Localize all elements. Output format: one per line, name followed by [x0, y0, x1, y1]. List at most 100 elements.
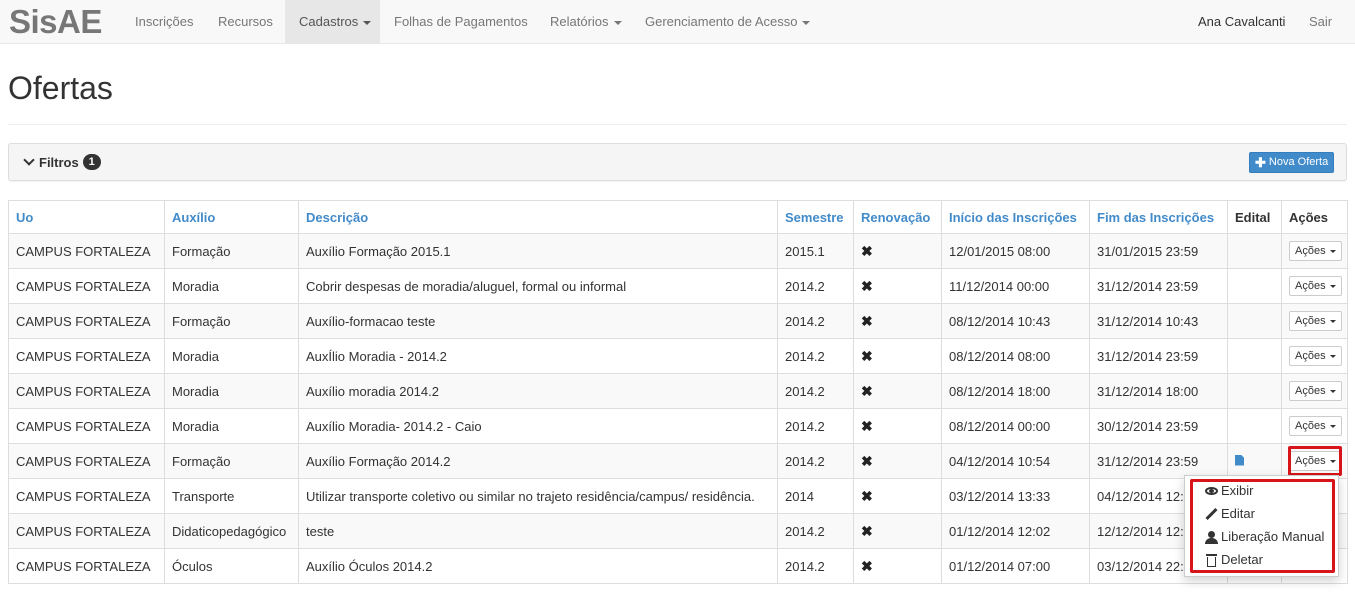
cell-acoes: Ações [1281, 268, 1348, 304]
menu-item-exibir[interactable]: Exibir [1205, 481, 1254, 501]
cell-uo: CAMPUS FORTALEZA [8, 443, 165, 479]
offers-table: Uo Auxílio Descrição Semestre Renovação … [8, 200, 1348, 584]
chevron-down-icon [613, 20, 622, 25]
cell-edital [1227, 408, 1282, 444]
table-row: CAMPUS FORTALEZA Transporte Utilizar trans… [8, 478, 1348, 514]
cell-renovacao: ✖ [853, 233, 942, 269]
cell-edital [1227, 338, 1282, 374]
actions-button[interactable]: Ações [1289, 311, 1342, 331]
nav-inscricoes[interactable]: Inscrições [121, 0, 208, 44]
nav-relatorios[interactable]: Relatórios [536, 0, 636, 44]
cell-semestre: 2014.2 [777, 373, 854, 409]
cell-acoes: Ações [1281, 233, 1348, 269]
cell-uo: CAMPUS FORTALEZA [8, 478, 165, 514]
chevron-down-icon [1329, 354, 1336, 358]
cell-inicio: 03/12/2014 13:33 [941, 478, 1090, 514]
header-descricao[interactable]: Descrição [298, 200, 778, 234]
header-semestre[interactable]: Semestre [777, 200, 854, 234]
actions-button[interactable]: Ações [1289, 276, 1342, 296]
filter-panel: Filtros 1 ✚ Nova Oferta [8, 143, 1347, 181]
actions-button-label: Ações [1295, 315, 1326, 327]
cell-renovacao: ✖ [853, 548, 942, 584]
cell-descricao: Utilizar transporte coletivo ou similar … [298, 478, 778, 514]
new-offer-label: Nova Oferta [1268, 156, 1329, 168]
header-edital: Edital [1227, 200, 1282, 234]
cell-renovacao: ✖ [853, 338, 942, 374]
cell-fim: 31/01/2015 23:59 [1089, 233, 1228, 269]
cell-descricao: Auxílio Formação 2015.1 [298, 233, 778, 269]
cell-descricao: Auxílio moradia 2014.2 [298, 373, 778, 409]
header-inicio-inscricoes[interactable]: Início das Inscrições [941, 200, 1090, 234]
menu-item-editar[interactable]: Editar [1205, 504, 1255, 524]
nav-cadastros[interactable]: Cadastros [285, 0, 380, 44]
table-row: CAMPUS FORTALEZA Formação Auxílio-formacao… [8, 303, 1348, 339]
menu-item-deletar[interactable]: Deletar [1205, 550, 1263, 570]
document-icon[interactable] [1235, 454, 1244, 466]
cell-auxilio: Moradia [164, 268, 299, 304]
actions-button[interactable]: Ações [1289, 416, 1342, 436]
nav-folhas-de-pagamentos[interactable]: Folhas de Pagamentos [380, 0, 542, 44]
actions-button[interactable]: Ações [1289, 451, 1342, 471]
cell-semestre: 2014 [777, 478, 854, 514]
header-uo[interactable]: Uo [8, 200, 165, 234]
nav-gerenciamento-de-acesso[interactable]: Gerenciamento de Acesso [631, 0, 824, 44]
cell-auxilio: Óculos [164, 548, 299, 584]
cell-edital [1227, 303, 1282, 339]
cell-inicio: 08/12/2014 10:43 [941, 303, 1090, 339]
eye-icon [1205, 487, 1218, 495]
nav-logout[interactable]: Sair [1295, 0, 1346, 44]
close-icon: ✖ [861, 312, 873, 329]
close-icon: ✖ [861, 277, 873, 294]
header-fim-inscricoes[interactable]: Fim das Inscrições [1089, 200, 1228, 234]
cell-uo: CAMPUS FORTALEZA [8, 373, 165, 409]
cell-inicio: 11/12/2014 00:00 [941, 268, 1090, 304]
filter-toggle[interactable]: Filtros 1 [23, 154, 101, 170]
nav-relatorios-label: Relatórios [550, 14, 609, 29]
header-auxilio[interactable]: Auxílio [164, 200, 299, 234]
close-icon: ✖ [861, 487, 873, 504]
chevron-down-icon [1329, 389, 1336, 393]
actions-button[interactable]: Ações [1289, 346, 1342, 366]
cell-acoes: Ações [1281, 443, 1348, 479]
nav-recursos[interactable]: Recursos [204, 0, 287, 44]
header-renovacao[interactable]: Renovação [853, 200, 942, 234]
cell-descricao: teste [298, 513, 778, 549]
table-row: CAMPUS FORTALEZA Moradia AuxÍlio Moradia -… [8, 338, 1348, 374]
cell-auxilio: Formação [164, 233, 299, 269]
close-icon: ✖ [861, 382, 873, 399]
pencil-icon [1205, 508, 1218, 521]
chevron-down-icon [363, 20, 372, 25]
chevron-down-icon [23, 154, 35, 166]
cell-uo: CAMPUS FORTALEZA [8, 408, 165, 444]
cell-auxilio: Formação [164, 303, 299, 339]
actions-button[interactable]: Ações [1289, 381, 1342, 401]
cell-renovacao: ✖ [853, 408, 942, 444]
cell-uo: CAMPUS FORTALEZA [8, 338, 165, 374]
actions-button-label: Ações [1295, 385, 1326, 397]
nav-user-name[interactable]: Ana Cavalcanti [1184, 0, 1299, 44]
actions-button-label: Ações [1295, 455, 1326, 467]
chevron-down-icon [802, 20, 811, 25]
chevron-down-icon [1329, 249, 1336, 253]
cell-descricao: Auxílio Moradia- 2014.2 - Caio [298, 408, 778, 444]
menu-item-liberacao-manual[interactable]: Liberação Manual [1205, 527, 1324, 547]
cell-inicio: 12/01/2015 08:00 [941, 233, 1090, 269]
nav-cadastros-label: Cadastros [299, 14, 359, 29]
cell-semestre: 2014.2 [777, 338, 854, 374]
new-offer-button[interactable]: ✚ Nova Oferta [1249, 152, 1335, 173]
cell-fim: 31/12/2014 23:59 [1089, 268, 1228, 304]
menu-item-liberacao-label: Liberação Manual [1221, 529, 1325, 544]
table-row: CAMPUS FORTALEZA Didaticopedagógico teste 2… [8, 513, 1348, 549]
cell-semestre: 2014.2 [777, 303, 854, 339]
cell-inicio: 01/12/2014 07:00 [941, 548, 1090, 584]
close-icon: ✖ [861, 347, 873, 364]
actions-button-label: Ações [1295, 245, 1326, 257]
actions-button[interactable]: Ações [1289, 241, 1342, 261]
cell-semestre: 2014.2 [777, 548, 854, 584]
cell-renovacao: ✖ [853, 268, 942, 304]
brand-logo[interactable]: SisAE [9, 3, 102, 41]
close-icon: ✖ [861, 557, 873, 574]
actions-button-label: Ações [1295, 350, 1326, 362]
chevron-down-icon [1329, 459, 1336, 463]
cell-fim: 31/12/2014 18:00 [1089, 373, 1228, 409]
